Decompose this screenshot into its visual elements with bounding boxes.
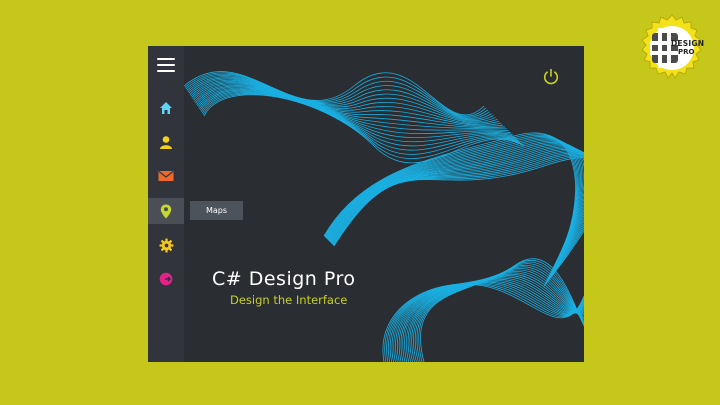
home-icon [160,102,172,114]
power-icon[interactable] [542,68,560,86]
gear-icon [158,237,174,253]
wave-background [184,71,584,362]
wave-line [331,152,584,279]
page-title: C# Design Pro [212,268,356,290]
app-window: Maps C# Design Pro Design the Interface [148,46,584,362]
tooltip-maps: Maps [190,201,243,220]
wave-line [391,280,584,362]
wave-line [333,156,584,285]
sidebar-item-user[interactable] [148,129,184,155]
sidebar-item-maps[interactable] [148,198,184,224]
sidebar [148,46,184,362]
sidebar-item-mail[interactable] [148,163,184,189]
wave-line [332,153,584,281]
design-pro-logo: DESIGN PRO [638,14,706,82]
map-pin-icon [160,204,172,218]
wave-line [331,151,584,277]
page-subtitle: Design the Interface [230,293,348,307]
wave-line [333,157,584,287]
wave-line [398,276,584,362]
mail-icon [158,171,174,181]
exit-icon [159,272,173,286]
sidebar-item-exit[interactable] [148,266,184,292]
logo-text-design: DESIGN [671,39,705,48]
hamburger-menu-icon[interactable] [157,58,175,72]
user-icon [160,136,172,149]
wave-line [402,273,584,362]
sidebar-item-home[interactable] [148,95,184,121]
logo-text-pro: PRO [678,48,695,56]
wave-line [330,149,584,273]
wave-line [330,150,584,275]
sidebar-item-settings[interactable] [148,232,184,258]
wave-line [411,266,584,362]
